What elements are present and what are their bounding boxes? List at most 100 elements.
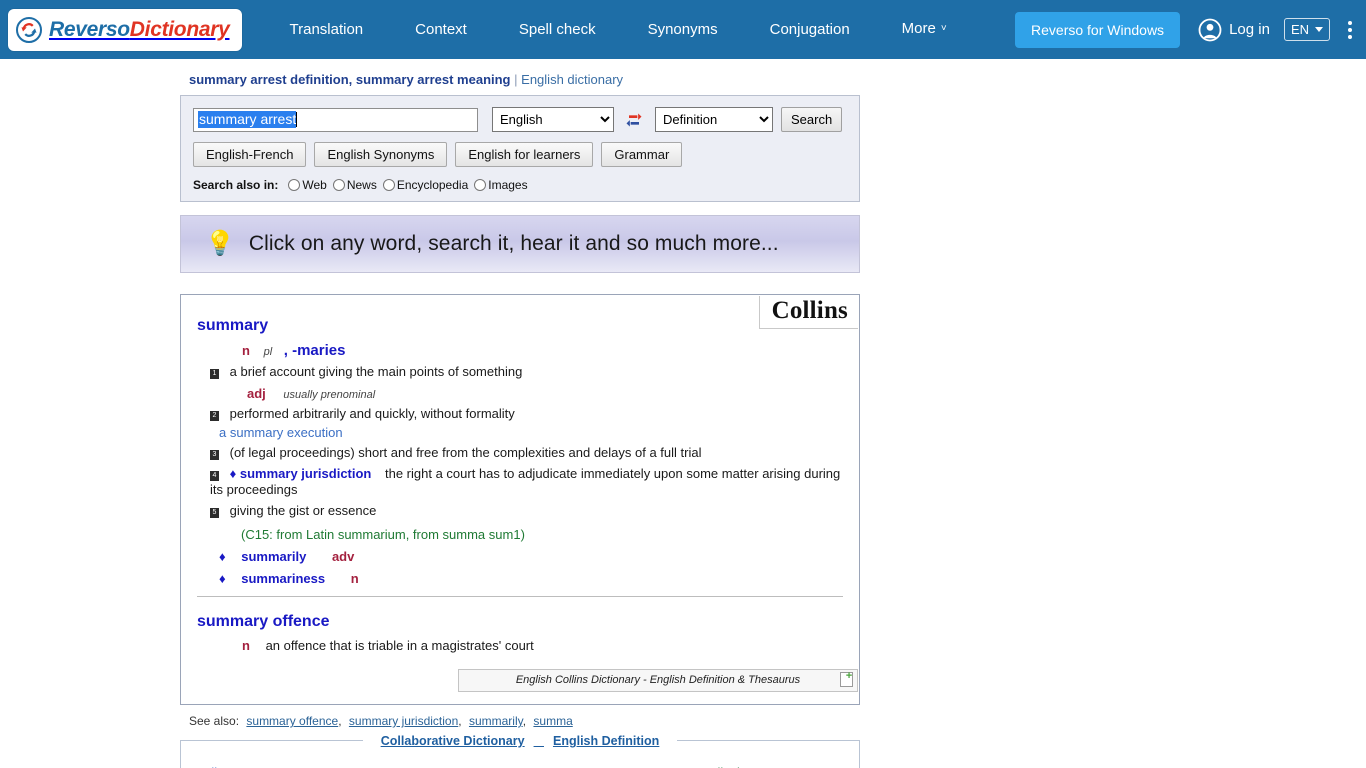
search-panel: summary arrest English Definition Search — [180, 95, 860, 202]
logo-text-reverso: Reverso — [49, 17, 130, 41]
page-title-main: summary arrest definition, summary arres… — [189, 72, 511, 87]
dictionary-entry-summary-offence: summary offence n an offence that is tri… — [181, 597, 859, 653]
swap-arrows-icon[interactable] — [623, 108, 645, 132]
page-title-separator: | — [514, 72, 518, 87]
nav-label: Synonyms — [647, 21, 718, 38]
dictionary-source-label: English Collins Dictionary - English Def… — [515, 674, 801, 686]
sense-1: 1 a brief account giving the main points… — [210, 364, 845, 380]
reverso-for-windows-button[interactable]: Reverso for Windows — [1015, 11, 1181, 48]
nav-item-more[interactable]: More ˅ — [876, 0, 973, 60]
tab-english-french[interactable]: English-French — [193, 142, 307, 167]
sense-5: 5 giving the gist or essence — [210, 503, 845, 519]
entry-definition-line: n an offence that is triable in a magist… — [242, 638, 845, 653]
source-language-select[interactable]: English — [492, 107, 614, 132]
radio-web[interactable]: Web — [288, 178, 327, 192]
search-mode-select[interactable]: Definition — [655, 107, 773, 132]
nav-label: Translation — [289, 21, 364, 38]
collaborative-dictionary-section: Collaborative Dictionary English Definit… — [180, 734, 860, 768]
entry-adj-pos: adj — [247, 386, 266, 401]
add-page-icon[interactable] — [840, 670, 853, 687]
radio-encyclopedia[interactable]: Encyclopedia — [382, 178, 468, 192]
nav-label: Conjugation — [769, 21, 850, 38]
collins-brand-logo: Collins — [758, 296, 858, 329]
see-also: See also: summary offence, summary juris… — [189, 714, 573, 728]
language-code: EN — [1290, 22, 1309, 37]
radio-images-label[interactable]: Images — [488, 178, 527, 192]
entry-pos: n — [242, 638, 250, 653]
sense-3: 3 (of legal proceedings) short and free … — [210, 445, 845, 461]
header-right-group: Reverso for Windows Log in EN — [1015, 11, 1356, 48]
logo-wordmark: ReversoDictionary — [49, 18, 230, 42]
see-also-link-summa[interactable]: summa — [533, 714, 572, 728]
entry-headword[interactable]: summary offence — [197, 613, 845, 631]
sense-4: 4 ♦ summary jurisdiction the right a cou… — [210, 466, 845, 498]
entry-grammar-line: n pl , -maries — [242, 342, 845, 359]
sense-2-example: a summary execution — [219, 425, 343, 440]
collaborative-title-text[interactable]: Collaborative Dictionary English Definit… — [362, 734, 678, 748]
tab-grammar[interactable]: Grammar — [601, 142, 683, 167]
entry-inflection: , -maries — [283, 342, 346, 359]
derivative-word[interactable]: summariness — [241, 571, 325, 586]
collab-title-part2: English Definition — [543, 734, 669, 748]
radio-news-input[interactable] — [332, 179, 345, 191]
radio-news-label[interactable]: News — [347, 178, 377, 192]
nav-item-synonyms[interactable]: Synonyms — [622, 0, 744, 59]
sub-headword[interactable]: summary jurisdiction — [240, 466, 371, 481]
see-also-label: See also: — [189, 714, 240, 728]
nav-label: More — [901, 20, 936, 37]
chevron-down-icon: ˅ — [940, 23, 947, 34]
entry-headword[interactable]: summary — [197, 317, 845, 335]
more-options-icon[interactable] — [1344, 17, 1356, 43]
search-row: summary arrest English Definition Search — [193, 107, 847, 132]
collab-title-part1: Collaborative Dictionary — [371, 734, 534, 748]
radio-encyclopedia-label[interactable]: Encyclopedia — [397, 178, 468, 192]
derivative-word[interactable]: summarily — [241, 549, 306, 564]
tab-english-for-learners[interactable]: English for learners — [455, 142, 594, 167]
radio-images-input[interactable] — [474, 179, 487, 191]
sense-text: a brief account giving the main points o… — [229, 364, 523, 379]
collaborative-dictionary-title: Collaborative Dictionary English Definit… — [181, 732, 859, 750]
dictionary-entry-summary: summary n pl , -maries 1 a brief account… — [181, 295, 859, 586]
table-row[interactable]: cardiac arrest n. cardiac inefficacity b… — [181, 755, 859, 768]
reverso-circle-arrows-icon — [16, 16, 42, 43]
sense-2: 2 performed arbitrarily and quickly, wit… — [210, 406, 845, 422]
tab-english-synonyms[interactable]: English Synonyms — [314, 142, 448, 167]
chevron-down-icon — [1315, 27, 1323, 32]
quick-tabs: English-French English Synonyms English … — [193, 142, 847, 167]
search-also-in-row: Search also in: Web News Encyclopedia Im… — [193, 178, 847, 192]
language-selector[interactable]: EN — [1283, 18, 1330, 41]
page-body: summary arrest definition, summary arres… — [0, 59, 1366, 768]
sense-text: giving the gist or essence — [229, 503, 377, 518]
login-button[interactable]: Log in — [1198, 18, 1270, 42]
search-button[interactable]: Search — [781, 107, 843, 132]
content-column: summary arrest definition, summary arres… — [180, 59, 860, 768]
see-also-link-summary-jurisdiction[interactable]: summary jurisdiction — [349, 714, 458, 728]
radio-images[interactable]: Images — [474, 178, 528, 192]
lightbulb-icon: 💡 — [205, 230, 235, 257]
entry-adj-note: usually prenominal — [283, 389, 376, 401]
entry-adj-grammar-line: adj usually prenominal — [247, 386, 845, 401]
dictionary-card: Collins summary n pl , -maries 1 a brief… — [180, 294, 860, 705]
sense-number: 1 — [210, 369, 219, 379]
main-nav: Translation Context Spell check Synonyms… — [264, 0, 973, 60]
entry-etymology: (C15: from Latin summarium, from summa s… — [241, 527, 525, 542]
nav-item-translation[interactable]: Translation — [264, 0, 390, 59]
see-also-link-summary-offence[interactable]: summary offence — [246, 714, 338, 728]
radio-web-input[interactable] — [288, 179, 301, 191]
radio-encyclopedia-input[interactable] — [382, 179, 395, 191]
page-title: summary arrest definition, summary arres… — [180, 59, 860, 95]
nav-item-context[interactable]: Context — [389, 0, 493, 59]
logo-text-dictionary: Dictionary — [129, 17, 230, 41]
nav-item-conjugation[interactable]: Conjugation — [744, 0, 876, 59]
nav-item-spell-check[interactable]: Spell check — [493, 0, 622, 59]
see-also-link-summarily[interactable]: summarily — [469, 714, 523, 728]
radio-web-label[interactable]: Web — [302, 178, 326, 192]
entry-definition: an offence that is triable in a magistra… — [265, 638, 534, 653]
diamond-bullet-icon: ♦ — [219, 571, 226, 586]
reverso-dictionary-logo[interactable]: ReversoDictionary — [8, 8, 242, 51]
search-input[interactable]: summary arrest — [193, 107, 478, 132]
text-caret — [296, 112, 298, 127]
sense-number: 2 — [210, 411, 219, 421]
search-input-value: summary arrest — [198, 111, 297, 128]
radio-news[interactable]: News — [332, 178, 377, 192]
